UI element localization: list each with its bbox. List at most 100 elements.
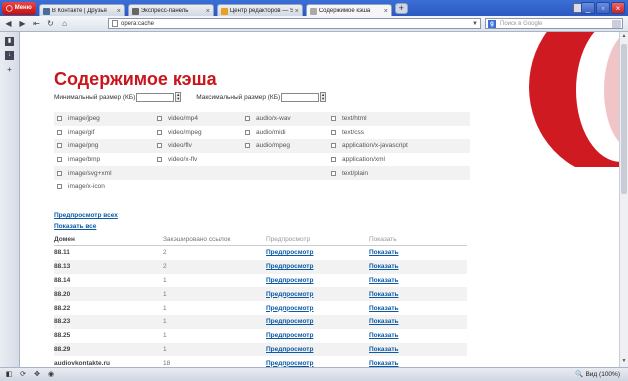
show-link[interactable]: Показать (369, 277, 399, 284)
show-link[interactable]: Показать (369, 332, 399, 339)
type-filter[interactable]: video/mpeg (154, 129, 242, 136)
scroll-down-icon[interactable]: ▼ (620, 358, 628, 366)
type-filter[interactable]: video/mp4 (154, 115, 242, 122)
type-filter[interactable]: application/xml (328, 156, 468, 163)
type-filter[interactable]: image/x-icon (54, 183, 154, 190)
type-checkbox[interactable] (57, 143, 62, 149)
type-filter[interactable]: image/png (54, 142, 154, 149)
preview-link[interactable]: Предпросмотр (266, 249, 313, 256)
type-checkbox[interactable] (245, 143, 250, 149)
show-link[interactable]: Показать (369, 291, 399, 298)
type-checkbox[interactable] (57, 129, 62, 135)
type-checkbox[interactable] (245, 116, 250, 122)
home-icon[interactable]: ⌂ (59, 18, 70, 29)
search-go-icon[interactable] (612, 20, 621, 28)
rewind-icon[interactable]: ⇤ (31, 18, 42, 29)
type-filter[interactable]: video/x-flv (154, 156, 242, 163)
back-icon[interactable]: ◀ (3, 18, 14, 29)
vertical-scrollbar[interactable]: ▲ ▼ (619, 32, 628, 367)
count-cell-wrap: 2 (163, 249, 266, 256)
type-checkbox[interactable] (331, 129, 336, 135)
unite-icon[interactable]: ⟳ (18, 370, 28, 380)
reload-icon[interactable]: ↻ (45, 18, 56, 29)
type-filter[interactable]: audio/x-wav (242, 115, 328, 122)
address-dropdown-icon[interactable]: ▼ (472, 21, 478, 27)
page-content: Содержимое кэша Минимальный размер (КБ) … (21, 32, 628, 367)
preview-link[interactable]: Предпросмотр (266, 291, 313, 298)
preview-link[interactable]: Предпросмотр (266, 332, 313, 339)
type-checkbox[interactable] (157, 157, 162, 163)
tab-favicon-icon (42, 7, 50, 15)
type-filter[interactable]: image/svg+xml (54, 170, 154, 177)
type-row: image/bmp video/x-flv application/xml (54, 153, 470, 167)
minimize-icon[interactable]: _ (581, 2, 595, 14)
type-checkbox[interactable] (331, 116, 336, 122)
tab-close-icon[interactable]: × (206, 8, 210, 15)
forward-icon[interactable]: ▶ (17, 18, 28, 29)
type-filter[interactable]: text/html (328, 115, 468, 122)
show-link[interactable]: Показать (369, 263, 399, 270)
tab-close-icon[interactable]: × (295, 8, 299, 15)
turbo-icon[interactable]: ✥ (32, 370, 42, 380)
type-checkbox[interactable] (57, 184, 62, 190)
preview-all-link[interactable]: Предпросмотр всех (54, 212, 118, 223)
new-tab-button[interactable]: + (394, 2, 408, 14)
table-row: audiovkontakte.ru 18 Предпросмотр Показать (54, 356, 467, 367)
type-checkbox[interactable] (331, 170, 336, 176)
type-label: image/bmp (68, 156, 101, 164)
preview-link[interactable]: Предпросмотр (266, 318, 313, 325)
type-filter[interactable]: text/plain (328, 170, 468, 177)
tab-close-icon[interactable]: × (117, 8, 121, 15)
type-checkbox[interactable] (57, 157, 62, 163)
preview-link[interactable]: Предпросмотр (266, 360, 313, 367)
type-checkbox[interactable] (157, 129, 162, 135)
search-field[interactable]: g Поиск в Google (485, 18, 623, 29)
show-link[interactable]: Показать (369, 346, 399, 353)
table-header: Домен Закэшировано ссылок Предпросмотр П… (54, 234, 467, 246)
show-all-link[interactable]: Показать все (54, 223, 118, 234)
type-checkbox[interactable] (331, 143, 336, 149)
max-size-spinner-icon[interactable]: ▲ ▼ (320, 92, 327, 102)
type-filter[interactable]: image/gif (54, 129, 154, 136)
restore-icon[interactable]: ▫ (596, 2, 610, 14)
type-filter[interactable]: text/css (328, 129, 468, 136)
preview-link[interactable]: Предпросмотр (266, 263, 313, 270)
downloads-panel-icon[interactable]: ↓ (5, 51, 14, 60)
address-field[interactable]: opera:cache ▼ (108, 18, 481, 29)
panel-toggle-icon[interactable]: ◧ (4, 370, 14, 380)
show-link[interactable]: Показать (369, 249, 399, 256)
google-icon[interactable]: g (488, 19, 496, 28)
bulk-actions: Предпросмотр всех Показать все (54, 212, 118, 234)
type-checkbox[interactable] (157, 143, 162, 149)
type-checkbox[interactable] (157, 116, 162, 122)
type-checkbox[interactable] (57, 116, 62, 122)
max-size-input[interactable] (281, 92, 320, 102)
show-link[interactable]: Показать (369, 305, 399, 312)
type-filter[interactable]: audio/midi (242, 129, 328, 136)
preview-link[interactable]: Предпросмотр (266, 305, 313, 312)
type-filter[interactable]: application/x-javascript (328, 142, 468, 149)
show-link[interactable]: Показать (369, 318, 399, 325)
type-checkbox[interactable] (331, 157, 336, 163)
scroll-up-icon[interactable]: ▲ (620, 33, 628, 41)
speed-dial-icon[interactable]: ◉ (46, 370, 56, 380)
bookmarks-panel-icon[interactable]: ▮ (5, 37, 14, 46)
show-link[interactable]: Показать (369, 360, 399, 367)
type-label: image/svg+xml (68, 169, 112, 177)
add-panel-icon[interactable]: + (5, 65, 14, 74)
zoom-control[interactable]: 🔍 Вид (100%) (575, 370, 620, 379)
type-checkbox[interactable] (245, 129, 250, 135)
type-filter[interactable]: image/jpeg (54, 115, 154, 122)
min-size-spinner-icon[interactable]: ▲ ▼ (175, 92, 182, 102)
type-checkbox[interactable] (57, 170, 62, 176)
opera-menu-button[interactable]: ◯ Меню (2, 1, 36, 15)
min-size-input[interactable] (136, 92, 175, 102)
preview-link[interactable]: Предпросмотр (266, 277, 313, 284)
type-filter[interactable]: image/bmp (54, 156, 154, 163)
type-filter[interactable]: audio/mpeg (242, 142, 328, 149)
close-window-icon[interactable]: × (611, 2, 625, 14)
tab-close-icon[interactable]: × (384, 8, 388, 15)
scroll-thumb[interactable] (621, 44, 627, 194)
preview-link[interactable]: Предпросмотр (266, 346, 313, 353)
type-filter[interactable]: video/flv (154, 142, 242, 149)
